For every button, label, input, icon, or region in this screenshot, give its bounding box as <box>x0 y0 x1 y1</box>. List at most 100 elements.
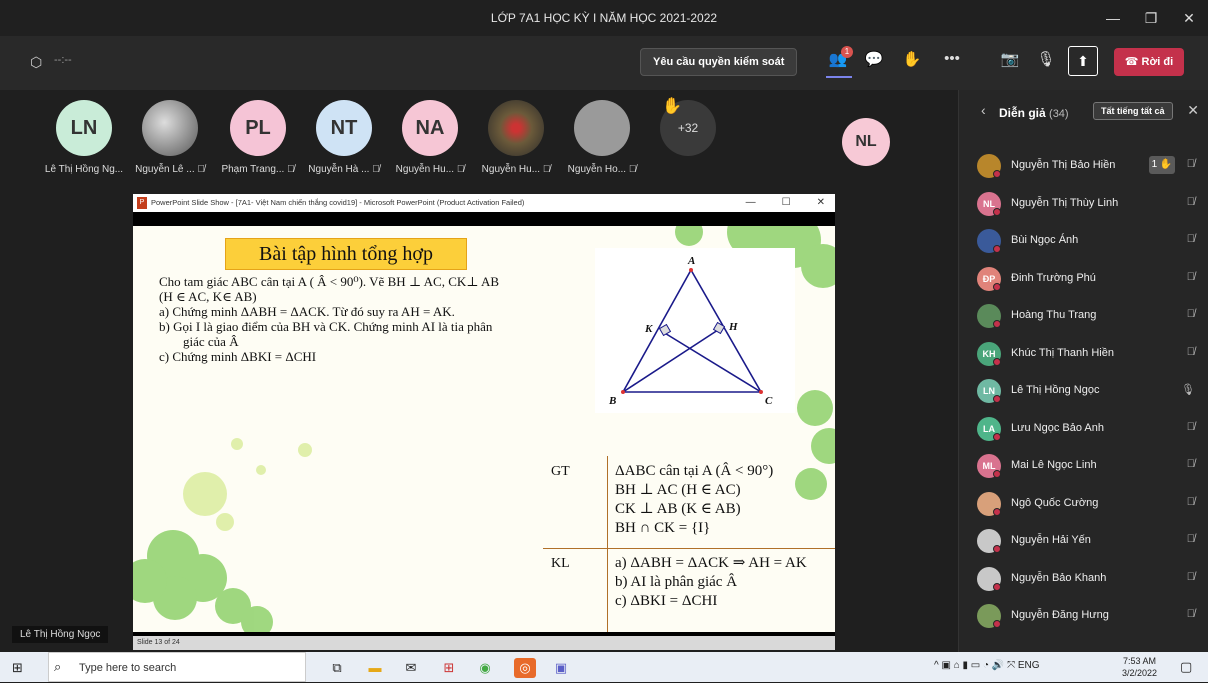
gt-kl-table: GT KL ΔABC cân tại A (Â < 90°) BH ⊥ AC (… <box>543 456 835 632</box>
mic-icon[interactable]: 🎙̸ <box>1187 571 1195 583</box>
mic-off-icon: 🎙̸ <box>628 164 637 175</box>
mic-off-icon: 🎙̸ <box>456 164 465 175</box>
mic-icon[interactable]: 🎙̸ <box>1187 496 1195 508</box>
slide-line: b) Gọi I là giao điểm của BH và CK. Chứn… <box>159 319 493 334</box>
mute-all-button[interactable]: Tất tiếng tất cả <box>1093 102 1173 120</box>
avatar <box>142 100 198 156</box>
leave-button[interactable]: ☎ Rời đi <box>1114 48 1184 76</box>
hand-raised-icon: ✋ <box>662 98 682 115</box>
avatar: NT <box>316 100 372 156</box>
notifications-icon[interactable]: ▢ <box>1180 659 1192 675</box>
request-control-button[interactable]: Yêu cầu quyền kiểm soát <box>640 48 798 76</box>
chrome-icon[interactable]: ◎ <box>514 658 536 678</box>
participant-tile[interactable]: Nguyễn Lê ... 🎙̸ <box>130 100 210 175</box>
overflow-tile[interactable]: +32 ✋ <box>648 98 728 156</box>
participant-row[interactable]: LA Lưu Ngọc Bảo Anh 🎙̸ <box>959 409 1208 447</box>
ppt-close-icon: ✕ <box>816 197 825 208</box>
taskbar-search-input[interactable]: Type here to search <box>48 652 306 682</box>
point-label-b: B <box>608 395 616 407</box>
ppt-titlebar: P PowerPoint Slide Show - [7A1- Việt Nam… <box>133 194 835 212</box>
status-dot <box>993 320 1001 328</box>
app-icon[interactable]: ◉ <box>474 658 496 678</box>
slide-line: a) Chứng minh ΔABH = ΔACK. Từ đó suy ra … <box>159 304 455 319</box>
close-button[interactable]: ✕ <box>1170 0 1208 36</box>
mic-icon[interactable]: 🎙̸ <box>1187 308 1195 320</box>
participant-row[interactable]: Nguyễn Hải Yến 🎙̸ <box>959 521 1208 559</box>
reactions-icon[interactable]: ✋ <box>900 50 924 68</box>
participant-row[interactable]: Nguyễn Đăng Hưng 🎙̸ <box>959 596 1208 634</box>
mail-icon[interactable]: ✉ <box>400 658 422 678</box>
slide-problem-text: Cho tam giác ABC cân tại A ( Â < 90⁰). V… <box>159 274 559 364</box>
participant-tile[interactable]: LN Lê Thị Hồng Ng... <box>44 100 124 175</box>
presenter-name-label: Lê Thị Hồng Ngọc <box>12 626 109 643</box>
maximize-button[interactable]: ❐ <box>1132 0 1170 36</box>
participant-tile[interactable]: Nguyễn Hu... 🎙̸ <box>476 100 556 175</box>
participant-name: Ngô Quốc Cường <box>1011 496 1099 509</box>
participant-row[interactable]: LN Lê Thị Hồng Ngọc 🎙 <box>959 371 1208 409</box>
teams-icon[interactable]: ▣ <box>550 658 572 678</box>
participant-row[interactable]: ĐP Đinh Trường Phú 🎙̸ <box>959 259 1208 297</box>
mic-icon[interactable]: 🎙̸ <box>1187 158 1195 170</box>
gt-line: CK ⊥ AB (K ∈ AB) <box>615 501 741 517</box>
participant-row[interactable]: Nguyễn Bảo Khanh 🎙̸ <box>959 559 1208 597</box>
kl-label: KL <box>551 556 570 571</box>
store-icon[interactable]: ⊞ <box>438 658 460 678</box>
mic-icon[interactable]: 🎙̸ <box>1187 233 1195 245</box>
clock[interactable]: 7:53 AM 3/2/2022 <box>1122 655 1157 679</box>
gt-line: ΔABC cân tại A (Â < 90°) <box>615 463 774 479</box>
participant-row[interactable]: NL Nguyễn Thị Thùy Linh 🎙̸ <box>959 184 1208 222</box>
mic-icon[interactable]: 🎙̸ <box>1187 533 1195 545</box>
participant-row[interactable]: Ngô Quốc Cường 🎙̸ <box>959 484 1208 522</box>
participant-row[interactable]: KH Khúc Thị Thanh Hiền 🎙̸ <box>959 334 1208 372</box>
point-label-a: A <box>687 255 695 267</box>
window-title: LỚP 7A1 HỌC KỲ I NĂM HỌC 2021-2022 <box>490 11 718 25</box>
back-icon[interactable]: ‹ <box>981 102 986 118</box>
participant-tile[interactable]: PL Phạm Trang... 🎙̸ <box>218 100 298 175</box>
clock-date: 3/2/2022 <box>1122 668 1158 678</box>
powerpoint-icon: P <box>137 197 147 209</box>
minimize-button[interactable]: — <box>1094 0 1132 36</box>
point-label-k: K <box>644 323 653 335</box>
status-dot <box>993 582 1001 591</box>
participant-name: Nguyễn Hu... 🎙̸ <box>395 164 465 175</box>
mic-icon[interactable]: 🎙̸ <box>1187 421 1195 433</box>
task-view-icon[interactable]: ⧉ <box>326 658 348 678</box>
close-icon[interactable]: ✕ <box>1187 102 1199 119</box>
mic-icon[interactable]: 🎙̸ <box>1187 271 1195 283</box>
file-explorer-icon[interactable]: ▬ <box>364 658 386 678</box>
mic-icon[interactable]: 🎙 <box>1181 383 1195 396</box>
camera-off-icon[interactable]: 📷 <box>998 50 1022 68</box>
slide-line: c) Chứng minh ΔBKI = ΔCHI <box>159 349 317 364</box>
mic-icon[interactable]: 🎙̸ <box>1187 196 1195 208</box>
presenter-tile[interactable]: NL <box>826 118 906 166</box>
participant-tile[interactable]: NA Nguyễn Hu... 🎙̸ <box>390 100 470 175</box>
participant-row[interactable]: Bùi Ngọc Ánh 🎙̸ <box>959 221 1208 259</box>
participant-tile[interactable]: NT Nguyễn Hà ... 🎙̸ <box>304 100 384 175</box>
participant-name: Lưu Ngọc Bảo Anh <box>1011 421 1104 434</box>
participants-panel: ‹ Diễn giả (34) Tất tiếng tất cả ✕ Nguyễ… <box>958 90 1208 652</box>
meeting-toolbar: ⬡ --:-- Yêu cầu quyền kiểm soát 👥 1 💬 ✋ … <box>0 36 1208 90</box>
share-icon[interactable]: ⬆ <box>1068 46 1098 76</box>
participant-row[interactable]: Hoàng Thu Trang 🎙̸ <box>959 296 1208 334</box>
meeting-timer: --:-- <box>54 54 72 66</box>
avatar: PL <box>230 100 286 156</box>
mic-off-icon: 🎙̸ <box>372 164 380 175</box>
avatar <box>574 100 630 156</box>
status-dot <box>993 507 1001 516</box>
chat-icon[interactable]: 💬 <box>862 50 886 68</box>
mic-off-icon[interactable]: 🎙 <box>1034 50 1058 68</box>
mic-icon[interactable]: 🎙̸ <box>1187 346 1195 358</box>
status-dot <box>993 170 1001 178</box>
mic-icon[interactable]: 🎙̸ <box>1187 458 1195 470</box>
participant-tile[interactable]: Nguyễn Ho... 🎙̸ <box>562 100 642 175</box>
participant-row[interactable]: ML Mai Lê Ngọc Linh 🎙̸ <box>959 446 1208 484</box>
status-dot <box>993 470 1001 478</box>
participant-name: Mai Lê Ngọc Linh <box>1011 459 1097 471</box>
shield-icon: ⬡ <box>30 54 43 70</box>
more-icon[interactable]: ••• <box>940 50 964 67</box>
windows-start-icon[interactable]: ⊞ <box>12 660 23 676</box>
participant-name: Phạm Trang... 🎙̸ <box>221 164 295 175</box>
participant-row[interactable]: Nguyễn Thị Bảo Hiền 1 ✋ 🎙̸ <box>959 146 1208 184</box>
status-dot <box>993 395 1001 403</box>
mic-icon[interactable]: 🎙̸ <box>1187 608 1195 620</box>
